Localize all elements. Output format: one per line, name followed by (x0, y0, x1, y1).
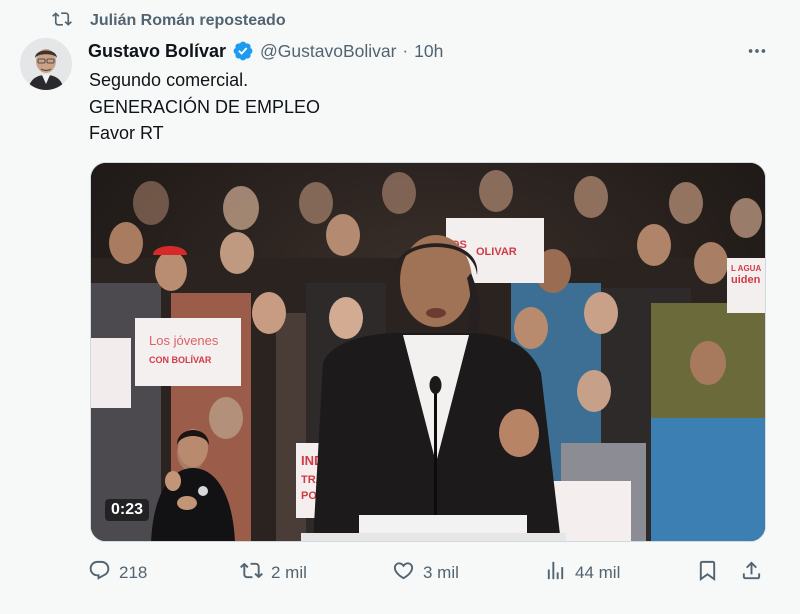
tweet-line: GENERACIÓN DE EMPLEO (89, 96, 321, 117)
tweet-header: Gustavo Bolívar @GustavoBolivar · 10h (88, 38, 770, 64)
tweet-text: Segundo comercial. GENERACIÓN DE EMPLEO … (89, 67, 689, 147)
share-icon (740, 559, 763, 587)
analytics-icon (544, 559, 567, 587)
tweet-actions: 218 2 mil 3 mil 44 mil (88, 560, 768, 586)
like-count: 3 mil (423, 563, 459, 582)
views-button[interactable]: 44 mil (544, 560, 620, 586)
repost-icon (52, 9, 72, 34)
bookmark-button[interactable] (696, 560, 719, 586)
repost-text[interactable]: Julián Román reposteado (90, 12, 286, 30)
sign-text: L AGUA (731, 264, 761, 273)
repost-button[interactable]: 2 mil (240, 560, 307, 586)
avatar[interactable] (20, 38, 72, 90)
author-handle[interactable]: @GustavoBolivar (260, 41, 396, 62)
timestamp[interactable]: 10h (414, 41, 443, 62)
tweet-line: Favor RT (89, 123, 164, 143)
video-player[interactable]: Los jóvenes CON BOLÍVAR OS OLIVAR uiden … (90, 162, 766, 542)
sign-text: OLIVAR (476, 246, 517, 258)
view-count: 44 mil (575, 563, 621, 582)
sign-text: CON BOLÍVAR (149, 355, 212, 365)
sign-text: uiden (731, 274, 761, 286)
sign-text: PO (301, 490, 317, 502)
repost-icon (240, 559, 263, 587)
reply-button[interactable]: 218 (88, 560, 147, 586)
repost-count: 2 mil (271, 563, 307, 582)
repost-attribution: Julián Román reposteado (52, 10, 286, 32)
author-display-name[interactable]: Gustavo Bolívar (88, 41, 226, 62)
separator-dot: · (402, 41, 409, 60)
reply-count: 218 (119, 563, 148, 582)
more-options-icon[interactable] (744, 38, 770, 64)
tweet-card[interactable]: Julián Román reposteado Gustavo Bolívar … (0, 0, 800, 614)
video-duration: 0:23 (105, 499, 150, 521)
like-button[interactable]: 3 mil (392, 560, 459, 586)
video-frame: Los jóvenes CON BOLÍVAR OS OLIVAR uiden … (91, 163, 765, 541)
bookmark-icon (696, 559, 719, 587)
tweet-line: Segundo comercial. (89, 70, 249, 90)
heart-icon (392, 559, 415, 587)
verified-badge-icon[interactable] (232, 40, 254, 62)
sign-text: Los jóvenes (149, 333, 219, 348)
reply-icon (88, 559, 111, 587)
share-button[interactable] (740, 560, 763, 586)
